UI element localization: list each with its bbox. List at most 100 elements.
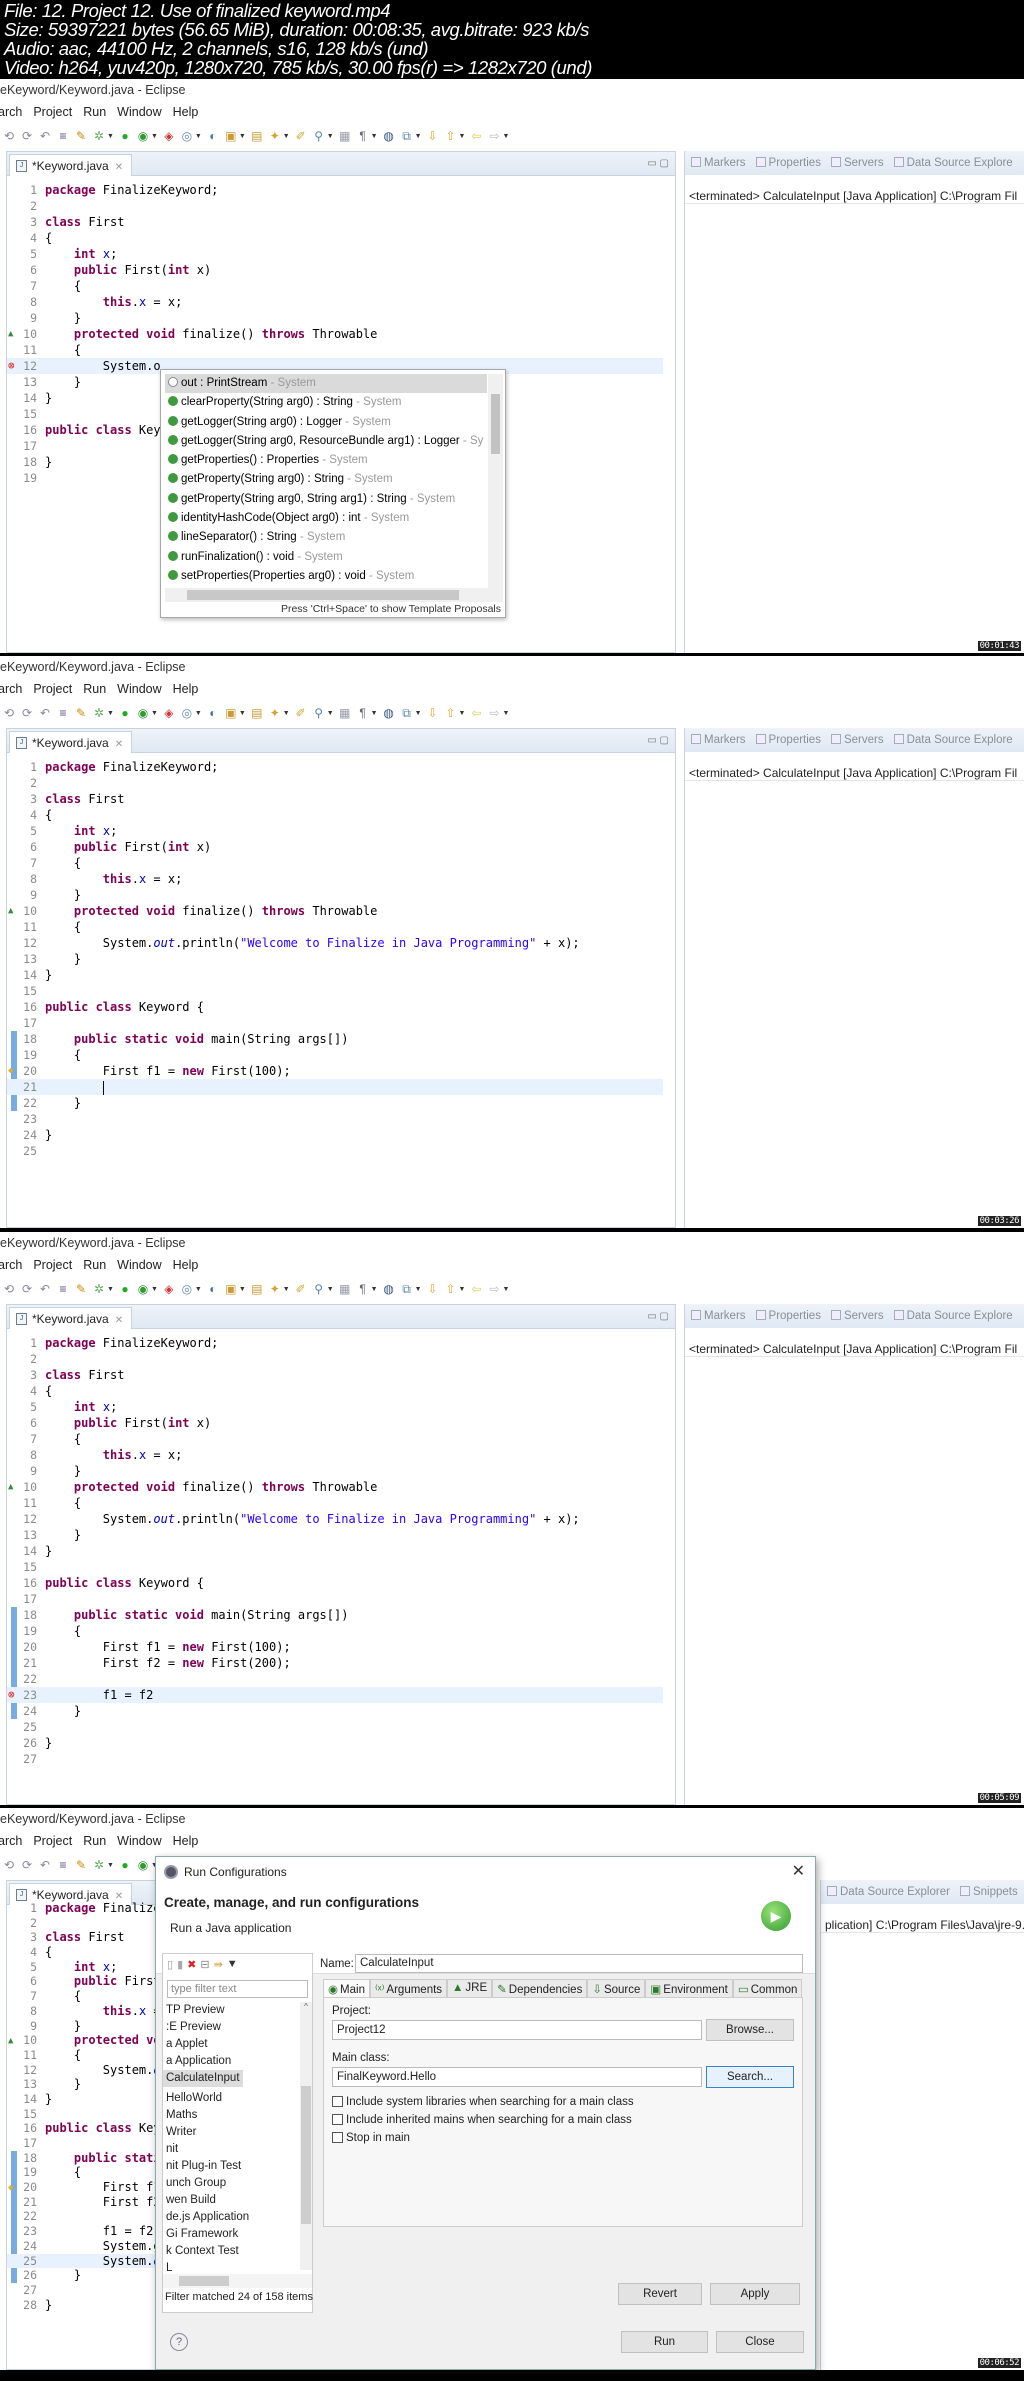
open-type-icon[interactable]: ▣: [224, 1282, 238, 1296]
scroll-thumb[interactable]: [187, 590, 459, 600]
dropdown-arrow-icon[interactable]: ▼: [151, 133, 158, 140]
collapse-icon[interactable]: ⊟: [200, 1958, 209, 1978]
tree-row[interactable]: k Context Test: [163, 2243, 299, 2260]
dropdown-arrow-icon[interactable]: ▼: [239, 133, 246, 140]
globe-icon[interactable]: ◍: [382, 1282, 396, 1296]
globe-icon[interactable]: ◍: [382, 706, 396, 720]
menu-icon[interactable]: ▼: [227, 1958, 238, 1978]
checkbox-option[interactable]: Stop in main: [332, 2132, 410, 2144]
forward-nav-icon[interactable]: ⇨: [487, 1282, 501, 1296]
help-button[interactable]: ?: [170, 2333, 188, 2351]
menu-run[interactable]: Run: [83, 105, 106, 123]
dropdown-arrow-icon[interactable]: ▼: [107, 1862, 114, 1869]
skip-breakpoints-icon[interactable]: ✎: [74, 1858, 88, 1872]
stack-icon[interactable]: ⧉: [400, 129, 414, 143]
dropdown-arrow-icon[interactable]: ▼: [107, 710, 114, 717]
vertical-scrollbar[interactable]: [488, 374, 503, 588]
external-tools-icon[interactable]: ◈: [162, 1282, 176, 1296]
tree-item[interactable]: de.js Application: [163, 2209, 299, 2226]
tab-main[interactable]: ◉ Main: [323, 1979, 370, 1997]
editor-tab-keyword-java[interactable]: J *Keyword.java ✕: [9, 731, 133, 753]
pilcrow-icon[interactable]: ¶: [356, 706, 370, 720]
tree-row[interactable]: Maths: [163, 2107, 299, 2124]
tree-item[interactable]: CalculateInput: [163, 2070, 243, 2087]
dropdown-arrow-icon[interactable]: ▼: [502, 1286, 509, 1293]
dropdown-arrow-icon[interactable]: ▼: [459, 710, 466, 717]
menu-project[interactable]: Project: [33, 105, 72, 123]
tree-item[interactable]: :E Preview: [163, 2019, 299, 2036]
prev-annotation-icon[interactable]: ⇧: [444, 1282, 458, 1296]
dropdown-arrow-icon[interactable]: ▼: [151, 710, 158, 717]
debug-icon[interactable]: ✲: [92, 129, 106, 143]
coverage-icon[interactable]: ◉: [136, 129, 150, 143]
debug-icon[interactable]: ✲: [92, 1282, 106, 1296]
pilcrow-icon[interactable]: ¶: [356, 1282, 370, 1296]
scroll-thumb[interactable]: [301, 2086, 311, 2224]
menu-project[interactable]: Project: [33, 682, 72, 700]
proposal-item[interactable]: getProperty(String arg0) : String - Syst…: [165, 470, 487, 489]
editor-tab-keyword-java[interactable]: J *Keyword.java ✕: [9, 154, 133, 176]
panel-tab[interactable]: Properties: [755, 734, 821, 752]
pen-icon[interactable]: ✐: [294, 706, 308, 720]
toggle-comment-icon[interactable]: ≡: [56, 1282, 70, 1296]
code-area[interactable]: 1package FinalizeKeyword;23class First4{…: [7, 759, 663, 1159]
proposal-item[interactable]: getProperties() : Properties - System: [165, 451, 487, 470]
filter-icon[interactable]: ⇛: [214, 1958, 223, 1978]
back-icon[interactable]: ⟲: [2, 1858, 16, 1872]
tab-arguments[interactable]: ⁽ˣ⁾ Arguments: [369, 1979, 448, 1997]
debug-icon[interactable]: ✲: [92, 1858, 106, 1872]
tree-row[interactable]: a Applet: [163, 2036, 299, 2053]
last-edit-icon[interactable]: ↶: [38, 1858, 52, 1872]
java-editor[interactable]: J *Keyword.java ✕ ▭ ▢ 1 package FinalizeKeywo…: [6, 728, 676, 1228]
tree-item[interactable]: nit Plug-in Test: [163, 2158, 299, 2175]
back-icon[interactable]: ⟲: [2, 129, 16, 143]
menu-window[interactable]: Window: [117, 105, 161, 123]
menu-window[interactable]: Window: [117, 682, 161, 700]
panel-tab[interactable]: Markers: [691, 157, 746, 175]
next-annotation-icon[interactable]: ⇩: [426, 706, 440, 720]
menu-help[interactable]: Help: [173, 682, 199, 700]
minimize-maximize-icon[interactable]: ▭ ▢: [647, 735, 669, 746]
menu-run[interactable]: Run: [83, 1258, 106, 1276]
revert-button[interactable]: Revert: [618, 2283, 702, 2305]
last-edit-icon[interactable]: ↶: [38, 1282, 52, 1296]
dropdown-arrow-icon[interactable]: ▼: [459, 133, 466, 140]
open-type-icon[interactable]: ▣: [224, 129, 238, 143]
duplicate-icon[interactable]: ▮: [177, 1958, 183, 1978]
tree-row[interactable]: a Application: [163, 2053, 299, 2070]
checkbox[interactable]: [332, 2132, 343, 2143]
dropdown-arrow-icon[interactable]: ▼: [415, 133, 422, 140]
back-icon[interactable]: ⟲: [2, 706, 16, 720]
horizontal-scrollbar[interactable]: [165, 588, 503, 602]
close-icon[interactable]: ✕: [792, 1861, 805, 1881]
tree-row[interactable]: de.js Application: [163, 2209, 299, 2226]
pen-icon[interactable]: ✐: [294, 129, 308, 143]
editor-tab-keyword-java[interactable]: J *Keyword.java ✕: [9, 1307, 133, 1329]
new-server-icon[interactable]: ◎: [180, 706, 194, 720]
tree-row[interactable]: nit Plug-in Test: [163, 2158, 299, 2175]
menu-help[interactable]: Help: [173, 1258, 199, 1276]
menu-arch[interactable]: arch: [0, 682, 22, 700]
search-icon[interactable]: ⚲: [312, 129, 326, 143]
search-icon[interactable]: ⚲: [312, 706, 326, 720]
tree-row[interactable]: Gi Framework: [163, 2226, 299, 2243]
tree-row[interactable]: HelloWorld: [163, 2090, 299, 2107]
tree-row[interactable]: :E Preview: [163, 2019, 299, 2036]
menu-arch[interactable]: arch: [0, 1258, 22, 1276]
content-assist-popup[interactable]: out : PrintStream - System clearProperty(…: [160, 369, 506, 618]
dropdown-arrow-icon[interactable]: ▼: [283, 710, 290, 717]
checkbox-option[interactable]: Include inherited mains when searching f…: [332, 2114, 632, 2126]
proposal-item[interactable]: identityHashCode(Object arg0) : int - Sy…: [165, 509, 487, 528]
dropdown-arrow-icon[interactable]: ▼: [283, 133, 290, 140]
run-icon[interactable]: ●: [118, 1282, 132, 1296]
panel-tab[interactable]: Markers: [691, 1310, 746, 1328]
dropdown-arrow-icon[interactable]: ▼: [327, 710, 334, 717]
dropdown-arrow-icon[interactable]: ▼: [371, 710, 378, 717]
menu-run[interactable]: Run: [83, 682, 106, 700]
tab-jre[interactable]: ▲ JRE: [447, 1979, 493, 1997]
filter-input[interactable]: type filter text: [167, 1980, 308, 1998]
run-button[interactable]: Run: [621, 2331, 708, 2353]
next-annotation-icon[interactable]: ⇩: [426, 1282, 440, 1296]
panel-tab[interactable]: Properties: [755, 157, 821, 175]
proposal-item[interactable]: clearProperty(String arg0) : String - Sy…: [165, 393, 487, 412]
